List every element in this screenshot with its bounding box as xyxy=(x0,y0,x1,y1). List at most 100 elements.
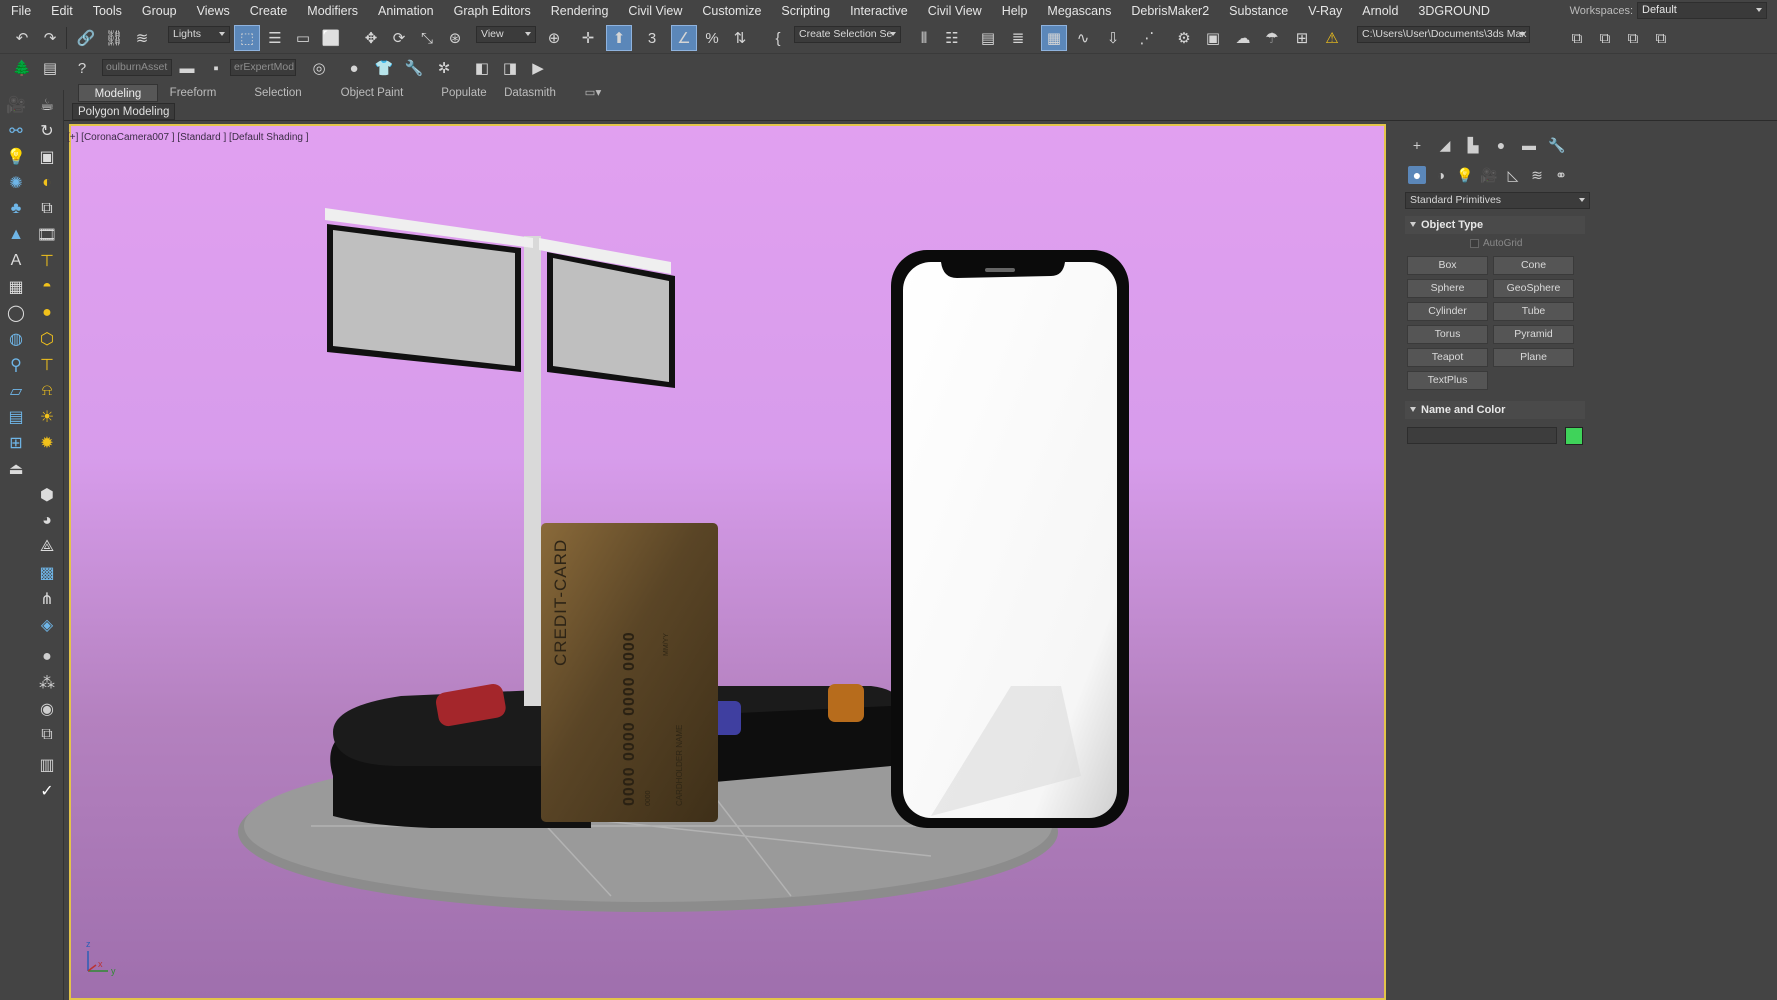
light-icon[interactable]: 💡 xyxy=(5,146,27,168)
sphere-button[interactable]: Sphere xyxy=(1407,279,1488,298)
panel-icon[interactable]: ▤ xyxy=(5,406,27,428)
menu-help[interactable]: Help xyxy=(992,0,1038,22)
motion-tab-icon[interactable]: ● xyxy=(1492,136,1510,154)
menu-file[interactable]: File xyxy=(0,0,41,22)
cylinder-button[interactable]: Cylinder xyxy=(1407,302,1488,321)
menu-rendering[interactable]: Rendering xyxy=(541,0,619,22)
bell-icon[interactable]: ⍾ xyxy=(36,380,58,402)
select-object-icon[interactable]: ⬚ xyxy=(234,25,260,51)
textplus-button[interactable]: TextPlus xyxy=(1407,371,1488,390)
tab-populate[interactable]: Populate xyxy=(430,84,498,102)
autogrid-checkbox[interactable]: AutoGrid xyxy=(1470,238,1522,249)
cone-button[interactable]: Cone xyxy=(1493,256,1574,275)
viewport-label[interactable]: [+] [CoronaCamera007 ] [Standard ] [Defa… xyxy=(67,132,309,143)
sunlight-icon[interactable]: ☀ xyxy=(36,406,58,428)
space-warps-icon[interactable]: ≋ xyxy=(1528,166,1546,184)
pot-icon[interactable]: ⏏ xyxy=(5,458,27,480)
sun-icon[interactable]: ◐ xyxy=(36,172,58,194)
render-iterative-icon[interactable]: ☂ xyxy=(1260,26,1284,50)
selection-filter-dropdown[interactable]: Lights xyxy=(168,26,230,43)
camera-sequencer-icon[interactable]: ◧ xyxy=(470,56,494,80)
select-by-name-icon[interactable]: ☰ xyxy=(263,26,287,50)
material-ball-icon[interactable]: ◕ xyxy=(36,510,58,532)
spot-light-icon[interactable]: ⊤ xyxy=(36,250,58,272)
torus-icon[interactable]: ◯ xyxy=(5,302,27,324)
helpers-icon[interactable]: ◺ xyxy=(1504,166,1522,184)
unlink-icon[interactable]: ⛓ xyxy=(102,26,126,50)
menu-civil-view[interactable]: Civil View xyxy=(618,0,692,22)
menu-group[interactable]: Group xyxy=(132,0,187,22)
ies-light-icon[interactable]: ⬡ xyxy=(36,328,58,350)
film-icon[interactable]: 🎞 xyxy=(36,224,58,246)
spinner-snap-icon[interactable]: ⇅ xyxy=(728,26,752,50)
menu-scripting[interactable]: Scripting xyxy=(771,0,840,22)
menu-3dground[interactable]: 3DGROUND xyxy=(1408,0,1500,22)
multi-sphere-icon[interactable]: ⁂ xyxy=(36,672,58,694)
render-in-cloud-icon[interactable]: ⊞ xyxy=(1290,26,1314,50)
menu-customize[interactable]: Customize xyxy=(692,0,771,22)
schematic-view-icon[interactable]: ⇩ xyxy=(1101,26,1125,50)
rotate-icon[interactable]: ⟳ xyxy=(387,26,411,50)
plugin-button-2-icon[interactable]: ▪ xyxy=(204,56,228,80)
named-selection-dropdown[interactable]: Create Selection Se xyxy=(794,26,901,43)
bulb-icon[interactable]: ⚲ xyxy=(5,354,27,376)
material-editor-icon[interactable]: ⋰ xyxy=(1135,26,1159,50)
render-setup-icon[interactable]: ⚙ xyxy=(1172,26,1196,50)
menu-civil-view-2[interactable]: Civil View xyxy=(918,0,992,22)
percent-snap-icon[interactable]: % xyxy=(700,26,724,50)
place-icon[interactable]: ⊛ xyxy=(443,26,467,50)
copy-icon[interactable]: ⧉ xyxy=(36,198,58,220)
sphere-light-icon[interactable]: ● xyxy=(36,302,58,324)
mirror-icon[interactable]: ⫴ xyxy=(912,26,936,50)
sky-icon[interactable]: ✹ xyxy=(36,432,58,454)
project-path-dropdown[interactable]: C:\Users\User\Documents\3ds Max 2022 xyxy=(1357,26,1530,43)
undo-icon[interactable]: ↶ xyxy=(10,26,34,50)
project-folder-icon[interactable]: ⧉ xyxy=(1565,26,1589,50)
plugin-field-2[interactable]: erExpertMod xyxy=(230,59,296,76)
menu-graph-editors[interactable]: Graph Editors xyxy=(444,0,541,22)
menu-vray[interactable]: V-Ray xyxy=(1298,0,1352,22)
project-open-icon[interactable]: ⧉ xyxy=(1621,26,1645,50)
rendered-frame-window-icon[interactable]: ▣ xyxy=(1201,26,1225,50)
tab-object-paint[interactable]: Object Paint xyxy=(332,84,412,102)
text-icon[interactable]: A xyxy=(5,250,27,272)
tab-freeform[interactable]: Freeform xyxy=(158,84,228,102)
display-tab-icon[interactable]: ▬ xyxy=(1520,136,1538,154)
render-production-icon[interactable]: ☁ xyxy=(1231,26,1255,50)
teapot-button[interactable]: Teapot xyxy=(1407,348,1488,367)
box-button[interactable]: Box xyxy=(1407,256,1488,275)
polygon-modeling-button[interactable]: Polygon Modeling xyxy=(72,103,176,120)
grid-icon[interactable]: ⊞ xyxy=(5,432,27,454)
name-and-color-rollout-header[interactable]: Name and Color xyxy=(1405,401,1585,419)
warning-icon[interactable]: ⚠ xyxy=(1320,26,1344,50)
ribbon-toggle-icon[interactable]: ▦ xyxy=(1041,25,1067,51)
omni-light-icon[interactable]: ✺ xyxy=(5,172,27,194)
menu-edit[interactable]: Edit xyxy=(41,0,83,22)
layer-explorer-icon[interactable]: ≣ xyxy=(1006,26,1030,50)
torus-button[interactable]: Torus xyxy=(1407,325,1488,344)
lamp-icon[interactable]: ⊤ xyxy=(36,354,58,376)
tree-icon[interactable]: ♣ xyxy=(5,198,27,220)
utilities-tab-icon[interactable]: 🔧 xyxy=(1548,136,1566,154)
reference-coord-dropdown[interactable]: View xyxy=(476,26,536,43)
rectangular-selection-icon[interactable]: ▭ xyxy=(291,26,315,50)
menu-modifiers[interactable]: Modifiers xyxy=(297,0,368,22)
menu-interactive[interactable]: Interactive xyxy=(840,0,918,22)
scale-icon[interactable]: ⤡ xyxy=(415,26,439,50)
menu-views[interactable]: Views xyxy=(187,0,240,22)
plane-icon[interactable]: ▱ xyxy=(5,380,27,402)
dome-light-icon[interactable]: ◓ xyxy=(36,276,58,298)
tab-selection[interactable]: Selection xyxy=(246,84,310,102)
library-icon[interactable]: ▥ xyxy=(36,754,58,776)
geometry-icon[interactable]: ● xyxy=(1408,166,1426,184)
edit-named-selection-icon[interactable]: { xyxy=(766,26,790,50)
proxy-icon[interactable]: ▩ xyxy=(36,562,58,584)
modify-tab-icon[interactable]: ◢ xyxy=(1436,136,1454,154)
pyramid-button[interactable]: Pyramid xyxy=(1493,325,1574,344)
menu-megascans[interactable]: Megascans xyxy=(1037,0,1121,22)
camera-icon[interactable]: 🎥 xyxy=(5,94,27,116)
select-manipulate-icon[interactable]: ✛ xyxy=(576,26,600,50)
tab-modeling[interactable]: Modeling xyxy=(78,84,158,102)
dolly-icon[interactable]: ⚯ xyxy=(5,120,27,142)
wrench-icon[interactable]: 🔧 xyxy=(402,56,426,80)
